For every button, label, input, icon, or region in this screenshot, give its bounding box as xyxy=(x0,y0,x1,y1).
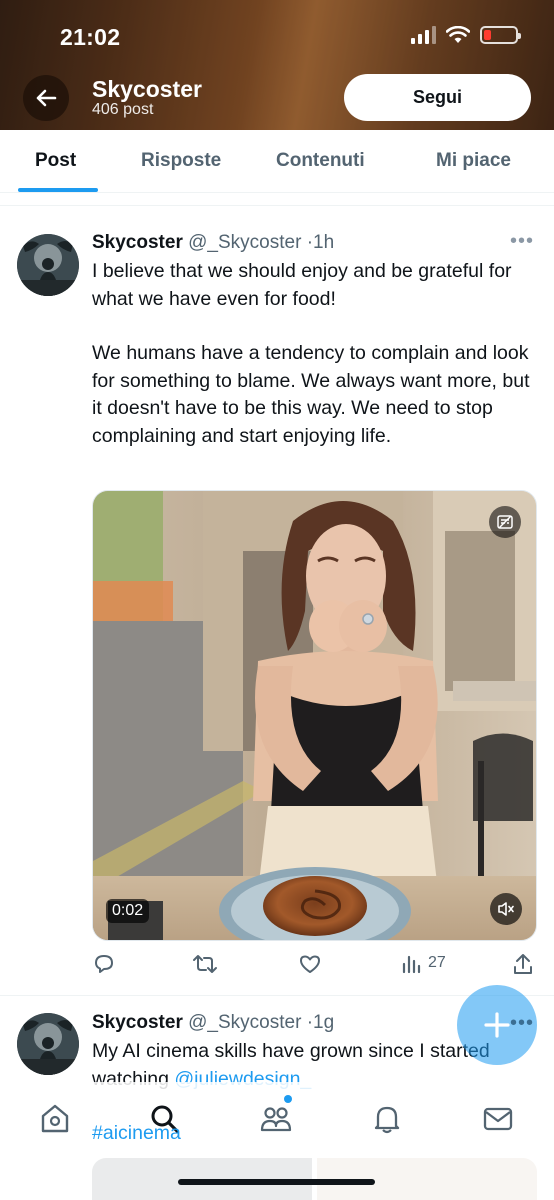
home-indicator xyxy=(178,1179,375,1185)
author-name[interactable]: Skycoster xyxy=(92,232,183,253)
reply-icon xyxy=(95,955,113,973)
compose-plus-icon xyxy=(484,1012,510,1038)
mute-button[interactable] xyxy=(490,893,522,925)
active-tab-indicator xyxy=(18,188,98,192)
repost-button[interactable] xyxy=(192,952,218,976)
post-video[interactable] xyxy=(92,490,537,941)
more-options-icon[interactable]: ••• xyxy=(510,1012,534,1035)
like-button[interactable] xyxy=(298,952,322,976)
post-time[interactable]: 1h xyxy=(313,232,334,253)
video-duration: 0:02 xyxy=(106,899,150,923)
tab-media[interactable]: Contenuti xyxy=(276,150,365,172)
views-chart-icon xyxy=(402,955,421,974)
notification-dot xyxy=(284,1095,292,1103)
hashtag-line: #aicinema xyxy=(92,1120,534,1148)
battery-icon xyxy=(480,26,521,44)
status-time: 21:02 xyxy=(60,24,121,50)
profile-tabs: Post Risposte Contenuti Mi piace xyxy=(0,130,554,193)
heart-icon xyxy=(300,955,320,973)
post-header: Skycoster @_Skycoster ·1g xyxy=(92,1012,334,1034)
share-icon xyxy=(514,954,532,974)
post-actions: 27 xyxy=(92,952,537,978)
divider xyxy=(0,205,554,206)
tab-replies[interactable]: Risposte xyxy=(141,150,221,172)
post-body: I believe that we should enjoy and be gr… xyxy=(92,258,534,450)
post-paragraph: We humans have a tendency to complain an… xyxy=(92,342,530,447)
views-count: 27 xyxy=(428,954,446,971)
author-handle[interactable]: @_Skycoster xyxy=(188,232,301,253)
tab-posts[interactable]: Post xyxy=(35,150,76,172)
views-button[interactable]: 27 xyxy=(402,952,446,974)
tab-likes[interactable]: Mi piace xyxy=(436,150,511,172)
post-time[interactable]: 1g xyxy=(313,1012,334,1033)
more-options-icon[interactable]: ••• xyxy=(510,230,534,253)
speaker-muted-icon xyxy=(498,902,514,916)
post-paragraph: I believe that we should enjoy and be gr… xyxy=(92,260,512,310)
avatar[interactable] xyxy=(17,234,79,296)
arrow-left-icon xyxy=(36,89,57,107)
follow-button[interactable]: Segui xyxy=(344,74,531,121)
status-bar: 21:02 xyxy=(0,18,554,58)
post-count: 406 post xyxy=(92,101,154,118)
author-handle[interactable]: @_Skycoster xyxy=(188,1012,301,1033)
hashtag-link[interactable]: #aicinema xyxy=(92,1122,181,1144)
profile-name: Skycoster xyxy=(92,76,202,102)
captions-icon[interactable] xyxy=(489,506,521,538)
wifi-icon xyxy=(446,26,470,43)
author-name[interactable]: Skycoster xyxy=(92,1012,183,1033)
back-button[interactable] xyxy=(23,75,69,121)
share-button[interactable] xyxy=(512,952,534,976)
status-icons xyxy=(411,26,521,44)
cellular-signal-icon xyxy=(411,26,436,44)
reply-button[interactable] xyxy=(92,952,116,976)
repost-icon xyxy=(193,955,217,973)
avatar[interactable] xyxy=(17,1013,79,1075)
post-header: Skycoster @_Skycoster ·1h xyxy=(92,232,334,254)
home-icon[interactable] xyxy=(38,1102,72,1136)
